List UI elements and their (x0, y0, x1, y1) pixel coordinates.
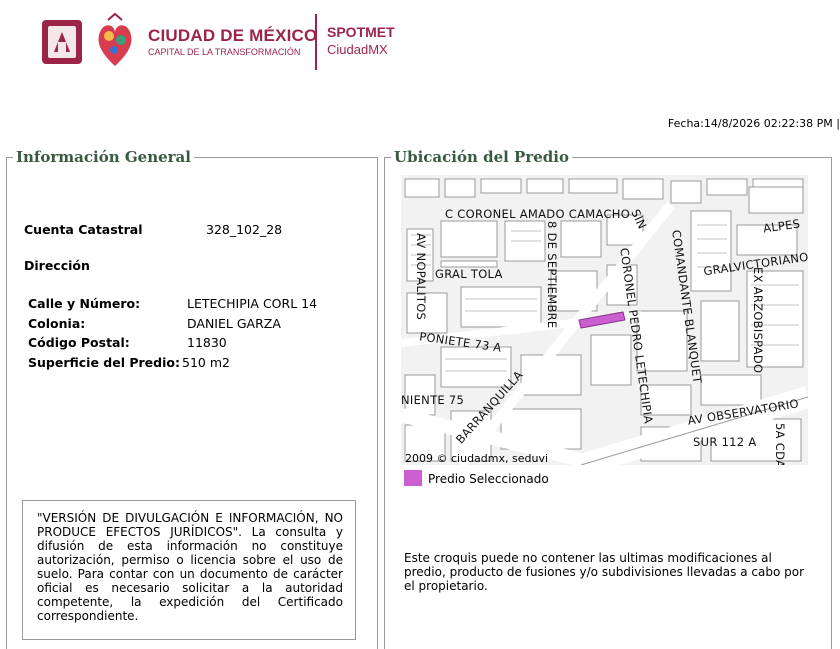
street-sur-112a: SUR 112 A (693, 435, 757, 449)
calle-label: Calle y Número: (28, 296, 141, 311)
superficie-label: Superficie del Predio: (28, 355, 180, 370)
street-ex-arzobispado: EX ARZOBISPADO (751, 267, 765, 374)
street-niente-75: NIENTE 75 (401, 393, 465, 407)
street-5a-cda: 5A CDA (773, 423, 787, 465)
brand-subtitle: CAPITAL DE LA TRANSFORMACIÓN (148, 47, 301, 57)
street-8-septiembre: 8 DE SEPTIEMBRE (545, 221, 559, 329)
cuenta-value: 328_102_28 (206, 222, 283, 237)
system-name: SPOTMET (327, 24, 395, 40)
map-note: Este croquis puede no contener las ultim… (404, 551, 805, 593)
colonia-label: Colonia: (28, 316, 86, 331)
cp-label: Código Postal: (28, 335, 130, 350)
legal-disclaimer: "VERSIÓN DE DIVULGACIÓN E INFORMACIÓN, N… (22, 500, 356, 640)
info-panel-title: Información General (16, 148, 191, 166)
timestamp: Fecha:14/8/2026 02:22:38 PM | (667, 117, 840, 130)
header: CIUDAD DE MÉXICO CAPITAL DE LA TRANSFORM… (40, 12, 460, 72)
location-map[interactable]: C CORONEL AMADO CAMACHO SIN ALPES AV NOP… (401, 175, 808, 465)
header-divider (315, 14, 317, 70)
colonia-value: DANIEL GARZA (187, 316, 281, 331)
street-amado-camacho: C CORONEL AMADO CAMACHO (445, 207, 631, 221)
cp-value: 11830 (187, 335, 227, 350)
cuenta-label: Cuenta Catastral (24, 222, 143, 237)
system-subname: CiudadMX (327, 42, 388, 57)
cdmx-shield-logo (42, 20, 82, 64)
legend-label: Predio Seleccionado (428, 472, 549, 486)
heart-emblem-logo (98, 12, 132, 66)
street-gral-tola: GRAL TOLA (435, 267, 503, 281)
brand-title: CIUDAD DE MÉXICO (148, 26, 318, 45)
map-copyright: 2009 © ciudadmx, seduvi (405, 452, 549, 465)
direccion-label: Dirección (24, 258, 90, 273)
superficie-value: 510 m2 (182, 355, 230, 370)
street-nopalitos: AV NOPALITOS (414, 233, 428, 321)
map-panel-title: Ubicación del Predio (394, 148, 569, 166)
calle-value: LETECHIPIA CORL 14 (187, 296, 318, 311)
legend-swatch (404, 470, 422, 486)
